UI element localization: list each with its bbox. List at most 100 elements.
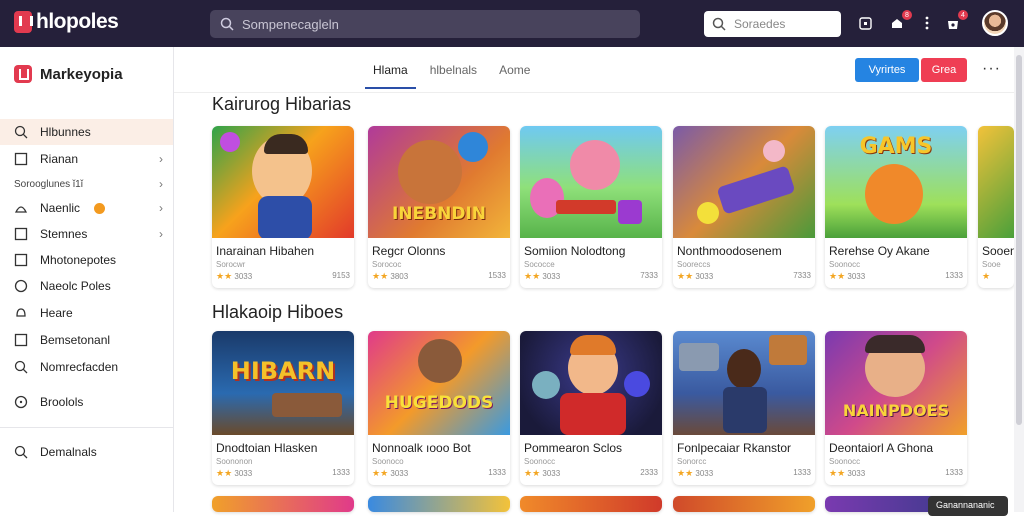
sidebar-item-broolols[interactable]: Broolols bbox=[0, 389, 173, 415]
game-card[interactable] bbox=[212, 496, 354, 512]
game-thumbnail: NAINPDOES bbox=[825, 331, 967, 435]
game-card[interactable]: Somiion Nolodtong Sococce ★★ 3033 7333 bbox=[520, 126, 662, 288]
game-rating: 3033 bbox=[234, 469, 253, 478]
game-rating: 3033 bbox=[390, 469, 409, 478]
game-thumbnail bbox=[673, 126, 815, 238]
game-card[interactable]: NAINPDOES Deontaiorl A Ghona Soonocc ★★ … bbox=[825, 331, 967, 485]
rating-stars-icon: ★★ bbox=[216, 271, 233, 281]
more-options-icon[interactable]: ··· bbox=[982, 60, 1001, 78]
section-title: Kairurog Hibarias bbox=[212, 94, 352, 114]
notification-badge: 8 bbox=[902, 10, 912, 20]
sidebar-item-nomrecfacden[interactable]: Nomrecfacden bbox=[0, 354, 173, 380]
avatar[interactable] bbox=[982, 10, 1008, 36]
thumb-text: HIBARN bbox=[230, 357, 336, 385]
game-card[interactable]: HIBARN Dnodtoian Hlasken Soononon ★★ 303… bbox=[212, 331, 354, 485]
tab-hlbelnals[interactable]: hlbelnals bbox=[422, 55, 485, 89]
chevron-right-icon: › bbox=[159, 177, 163, 191]
game-count: 2333 bbox=[640, 468, 658, 477]
search-icon bbox=[712, 17, 726, 31]
rating-stars-icon: ★★ bbox=[829, 271, 846, 281]
game-thumbnail bbox=[212, 126, 354, 238]
game-count: 1333 bbox=[488, 468, 506, 477]
sidebar-item-naeolc-poles[interactable]: Naeolc Poles bbox=[0, 273, 173, 299]
global-search[interactable] bbox=[210, 10, 640, 38]
game-card[interactable]: HUGEDODS Nonnoalk ıooo Bot Soonoco ★★ 30… bbox=[368, 331, 510, 485]
brand-logo-icon bbox=[14, 65, 32, 83]
game-card[interactable]: Nonthmoodosenem Sooreccs ★★ 3033 7333 bbox=[673, 126, 815, 288]
rating-stars-icon: ★★ bbox=[372, 468, 389, 478]
gift-icon[interactable]: 4 bbox=[944, 10, 968, 32]
game-rating: 3033 bbox=[847, 272, 866, 281]
game-card[interactable]: Fonlpecaiar Rkanstor Sonorcc ★★ 3033 1333 bbox=[673, 331, 815, 485]
sidebar-item-naenlic[interactable]: Naenlic › bbox=[0, 195, 173, 221]
game-count: 7333 bbox=[793, 271, 811, 280]
sidebar-item-label: Hlbunnes bbox=[40, 125, 91, 139]
sidebar-divider bbox=[0, 427, 173, 428]
game-thumbnail bbox=[520, 126, 662, 238]
game-card[interactable]: GAMS Rerehse Oy Akane Soonocc ★★ 3033 133… bbox=[825, 126, 967, 288]
tab-aome[interactable]: Aome bbox=[491, 55, 538, 89]
danger-button[interactable]: Grea bbox=[921, 58, 967, 82]
sidebar-item-label: Bemsetonanl bbox=[40, 333, 111, 347]
brand[interactable]: Markeyopia bbox=[14, 65, 123, 83]
game-title: Pommearon Sclos bbox=[524, 441, 623, 455]
screen-icon[interactable] bbox=[856, 14, 874, 32]
cap-icon bbox=[14, 206, 28, 213]
search-icon bbox=[14, 445, 28, 459]
game-subtitle: Soonocc bbox=[829, 260, 861, 269]
game-count: 7333 bbox=[640, 271, 658, 280]
game-title: Nonnoalk ıooo Bot bbox=[372, 441, 471, 455]
sidebar-item-label: Broolols bbox=[40, 395, 84, 409]
game-thumbnail: GAMS bbox=[825, 126, 967, 238]
sidebar-item-mhotonepotes[interactable]: Mhotonepotes bbox=[0, 247, 173, 273]
gift-badge: 4 bbox=[958, 10, 968, 20]
game-rating: 3033 bbox=[542, 272, 561, 281]
sidebar-item-stemnes[interactable]: Stemnes › bbox=[0, 221, 173, 247]
sidebar-item-hlbunnes[interactable]: Hlbunnes bbox=[0, 119, 173, 145]
game-card[interactable]: Sooent Sooe ★ bbox=[978, 126, 1014, 288]
scrollbar-thumb[interactable] bbox=[1016, 55, 1022, 425]
game-card[interactable] bbox=[520, 496, 662, 512]
sidebar-item-rianan[interactable]: Rianan › bbox=[0, 146, 173, 172]
sidebar-item-bemsetonanl[interactable]: Bemsetonanl bbox=[0, 327, 173, 353]
app-logo[interactable]: hlopoles bbox=[14, 10, 119, 34]
search-icon bbox=[220, 17, 234, 31]
toast[interactable]: Ganannananic bbox=[928, 496, 1008, 516]
sidebar-item-label: Stemnes bbox=[40, 227, 88, 241]
sidebar-item-label: Rianan bbox=[40, 152, 79, 166]
global-search-input[interactable] bbox=[242, 16, 622, 32]
game-title: Rerehse Oy Akane bbox=[829, 244, 930, 258]
game-card[interactable]: INEBNDIN Regcr Olonns Sorococ ★★ 3803 153… bbox=[368, 126, 510, 288]
game-title: Nonthmoodosenem bbox=[677, 244, 782, 258]
square-icon bbox=[14, 253, 28, 267]
game-title: Dnodtoian Hlasken bbox=[216, 441, 318, 455]
sidebar: Markeyopia Hlbunnes Rianan › Sorooglunes… bbox=[0, 47, 174, 512]
status-dot bbox=[94, 202, 106, 214]
game-subtitle: Soonocc bbox=[829, 457, 861, 466]
game-card[interactable]: Inarainan Hibahen Sorocwr ★★ 3033 9153 bbox=[212, 126, 354, 288]
game-thumbnail: INEBNDIN bbox=[368, 126, 510, 238]
game-card[interactable] bbox=[368, 496, 510, 512]
sidebar-item-sorooglunes[interactable]: Sorooglunes ǐ1ǐ › bbox=[0, 171, 173, 197]
rating-stars-icon: ★★ bbox=[677, 271, 694, 281]
game-subtitle: Soonoco bbox=[372, 457, 404, 466]
game-subtitle: Sorocwr bbox=[216, 260, 246, 269]
game-title: Fonlpecaiar Rkanstor bbox=[677, 441, 792, 455]
game-card[interactable] bbox=[673, 496, 815, 512]
thumb-text: GAMS bbox=[859, 134, 933, 159]
primary-button[interactable]: Vyrirtes bbox=[855, 58, 919, 82]
sidebar-item-demalnals[interactable]: Demalnals bbox=[0, 439, 173, 465]
game-count: 1333 bbox=[793, 468, 811, 477]
more-vertical-icon[interactable] bbox=[918, 14, 936, 32]
game-count: 1333 bbox=[945, 271, 963, 280]
sidebar-item-heare[interactable]: Heare bbox=[0, 300, 173, 326]
game-card[interactable]: Pommearon Sclos Soonocc ★★ 3033 2333 bbox=[520, 331, 662, 485]
tab-hlama[interactable]: Hlama bbox=[365, 55, 416, 89]
secondary-search[interactable] bbox=[704, 11, 841, 37]
game-thumbnail: HIBARN bbox=[212, 331, 354, 435]
sidebar-item-label: Mhotonepotes bbox=[40, 253, 117, 267]
sidebar-item-label: Sorooglunes ǐ1ǐ bbox=[14, 178, 83, 190]
notifications-icon[interactable]: 8 bbox=[888, 10, 912, 32]
search-icon bbox=[14, 125, 28, 139]
secondary-search-input[interactable] bbox=[734, 17, 834, 31]
